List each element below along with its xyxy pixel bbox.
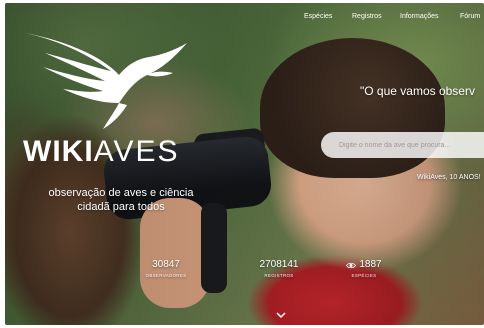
stat-value: 2708141 [259,259,299,270]
search-bar[interactable] [321,132,484,158]
logo-wordmark[interactable]: WIKIAVES [23,135,179,169]
chevron-down-icon[interactable] [275,309,287,321]
hummingbird-logo-icon[interactable] [23,31,193,131]
stat-label: ESPÉCIES [351,273,377,278]
nav-item-forum[interactable]: Fórum [460,13,480,20]
stat-value: 1887 [359,259,382,270]
hero-question: "O que vamos observ [360,84,475,98]
stat-label: OBSERVADORES [145,273,187,278]
search-input[interactable] [339,137,484,153]
logo-wordmark-part1: WIKI [23,135,94,168]
nav-item-especies[interactable]: Espécies [304,13,332,20]
eye-icon [346,262,357,268]
stat-registros: 2708141 REGISTROS [249,259,309,281]
nav-item-informacoes[interactable]: Informações [400,13,439,20]
stat-especies: 1887 ESPÉCIES [334,259,394,281]
stat-value: 30847 [152,259,180,270]
stat-observadores: 30847 OBSERVADORES [136,259,196,281]
stat-label: REGISTROS [264,273,294,278]
logo-wordmark-part2: AVES [93,135,180,168]
hero-banner: Espécies Registros Informações Fórum WIK… [5,3,484,325]
nav-item-registros[interactable]: Registros [352,13,382,20]
hero-tagline: observação de aves e ciência cidadã para… [48,187,194,213]
anniversary-link[interactable]: WikiAves, 10 ANOS! [417,174,481,181]
